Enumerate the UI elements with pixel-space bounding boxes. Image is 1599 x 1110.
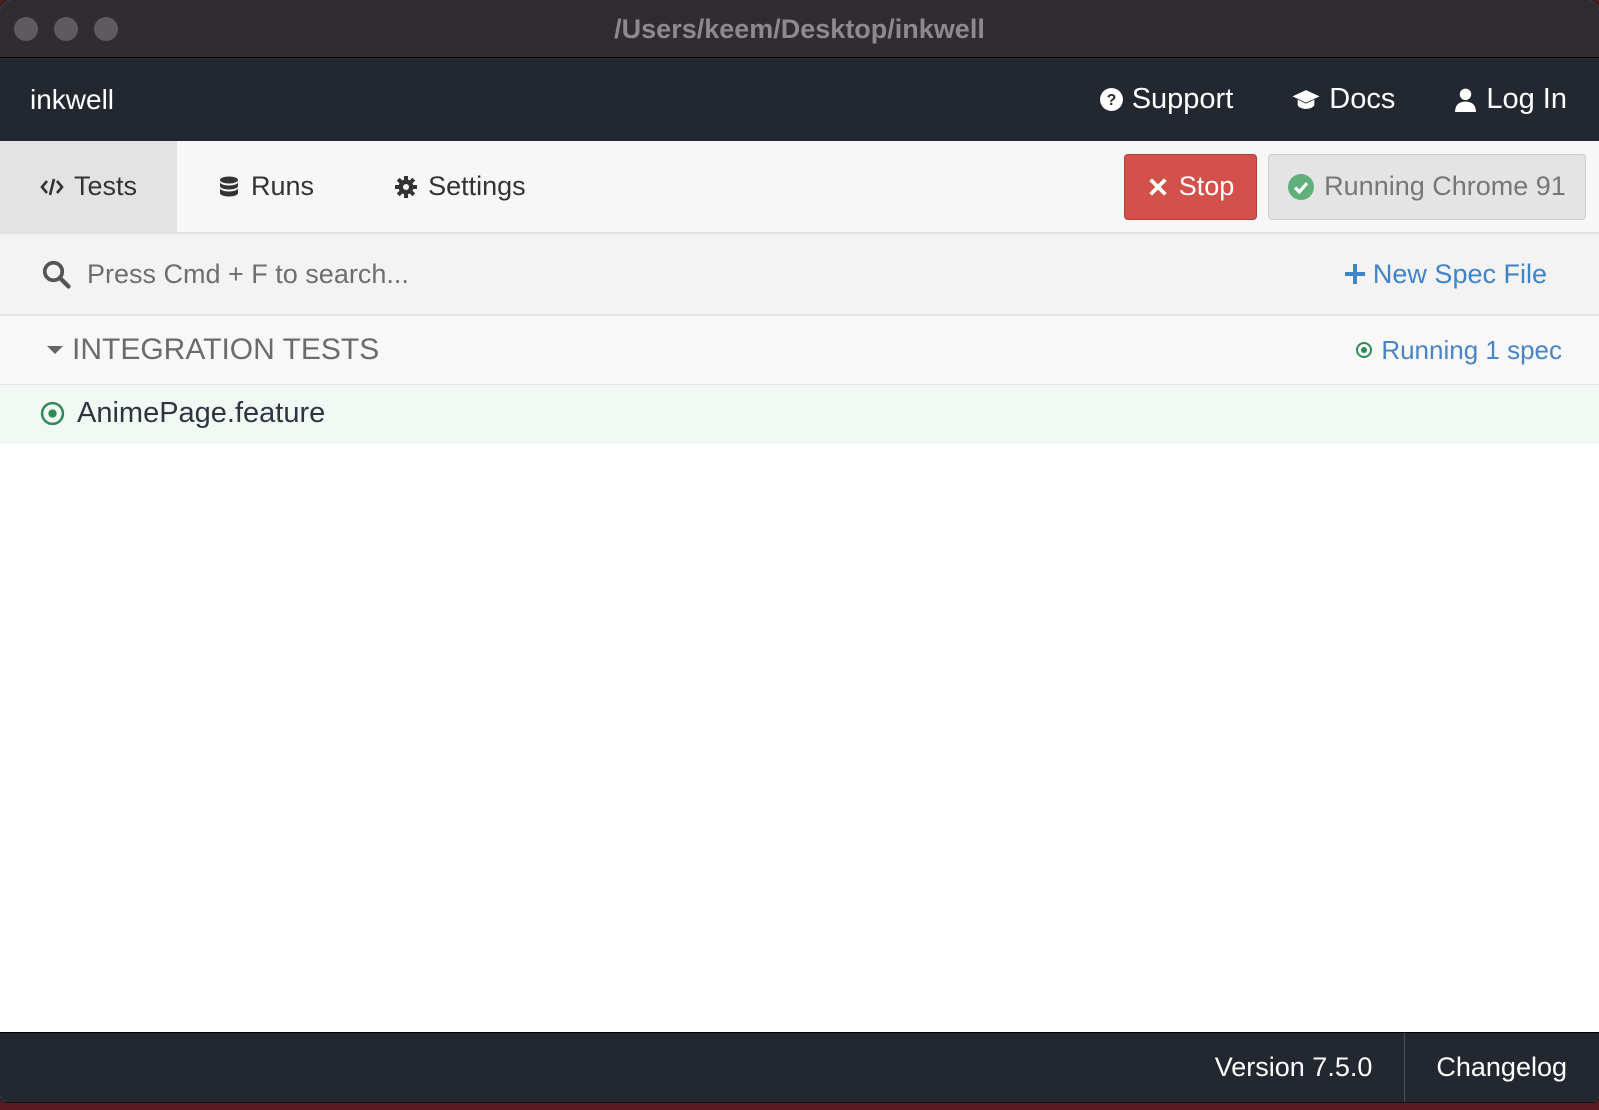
project-name: inkwell: [30, 83, 115, 115]
tab-settings[interactable]: Settings: [354, 141, 566, 232]
support-link[interactable]: ? Support: [1099, 83, 1234, 116]
database-icon: [220, 176, 239, 196]
spec-row[interactable]: AnimePage.feature: [0, 385, 1599, 443]
header-nav: ? Support Docs Log In: [1099, 83, 1567, 116]
running-spec-icon: [40, 401, 65, 426]
svg-text:?: ?: [1106, 92, 1116, 109]
plus-icon: [1344, 264, 1365, 284]
search-bar: New Spec File: [0, 234, 1599, 316]
spec-file-name: AnimePage.feature: [77, 397, 326, 429]
question-circle-icon: ?: [1099, 88, 1123, 111]
browser-label: Running Chrome 91: [1324, 171, 1566, 201]
app-window: /Users/keem/Desktop/inkwell inkwell ? Su…: [0, 0, 1599, 1102]
tab-settings-label: Settings: [428, 171, 526, 201]
graduation-cap-icon: [1292, 90, 1320, 109]
footer: Version 7.5.0 Changelog: [0, 1032, 1599, 1102]
support-label: Support: [1131, 83, 1234, 115]
code-icon: [40, 178, 64, 195]
new-spec-file-button[interactable]: New Spec File: [1343, 259, 1547, 290]
running-status-label: Running 1 spec: [1381, 334, 1562, 365]
tab-tests-label: Tests: [74, 171, 138, 201]
gear-icon: [395, 175, 418, 198]
caret-down-icon: [47, 346, 63, 354]
stop-label: Stop: [1178, 171, 1235, 201]
window-title: /Users/keem/Desktop/inkwell: [614, 14, 985, 44]
stop-button[interactable]: Stop: [1124, 153, 1257, 220]
search-input[interactable]: [87, 258, 1343, 290]
integration-tests-header[interactable]: INTEGRATION TESTS Running 1 spec: [0, 316, 1599, 385]
docs-label: Docs: [1329, 83, 1396, 115]
running-icon: [1356, 342, 1373, 358]
docs-link[interactable]: Docs: [1291, 83, 1395, 116]
version-label: Version 7.5.0: [1214, 1052, 1373, 1082]
login-label: Log In: [1486, 83, 1567, 115]
browser-select-button[interactable]: Running Chrome 91: [1268, 153, 1586, 220]
run-controls: Stop Running Chrome 91: [1124, 141, 1599, 232]
tab-runs[interactable]: Runs: [177, 141, 354, 232]
login-link[interactable]: Log In: [1453, 83, 1567, 116]
tab-bar: Tests Runs Settings Stop Running Chrome …: [0, 141, 1599, 234]
tab-runs-label: Runs: [251, 171, 315, 201]
close-icon: [1149, 177, 1167, 196]
section-title: INTEGRATION TESTS: [72, 333, 380, 366]
title-bar: /Users/keem/Desktop/inkwell: [0, 0, 1599, 58]
search-icon: [42, 260, 71, 289]
app-header: inkwell ? Support Docs Log In: [0, 58, 1599, 141]
changelog-link[interactable]: Changelog: [1405, 1052, 1599, 1083]
running-status: Running 1 spec: [1355, 335, 1562, 366]
user-icon: [1455, 88, 1477, 112]
new-spec-label: New Spec File: [1372, 258, 1547, 289]
tab-tests[interactable]: Tests: [0, 141, 178, 232]
check-circle-icon: [1288, 173, 1315, 200]
